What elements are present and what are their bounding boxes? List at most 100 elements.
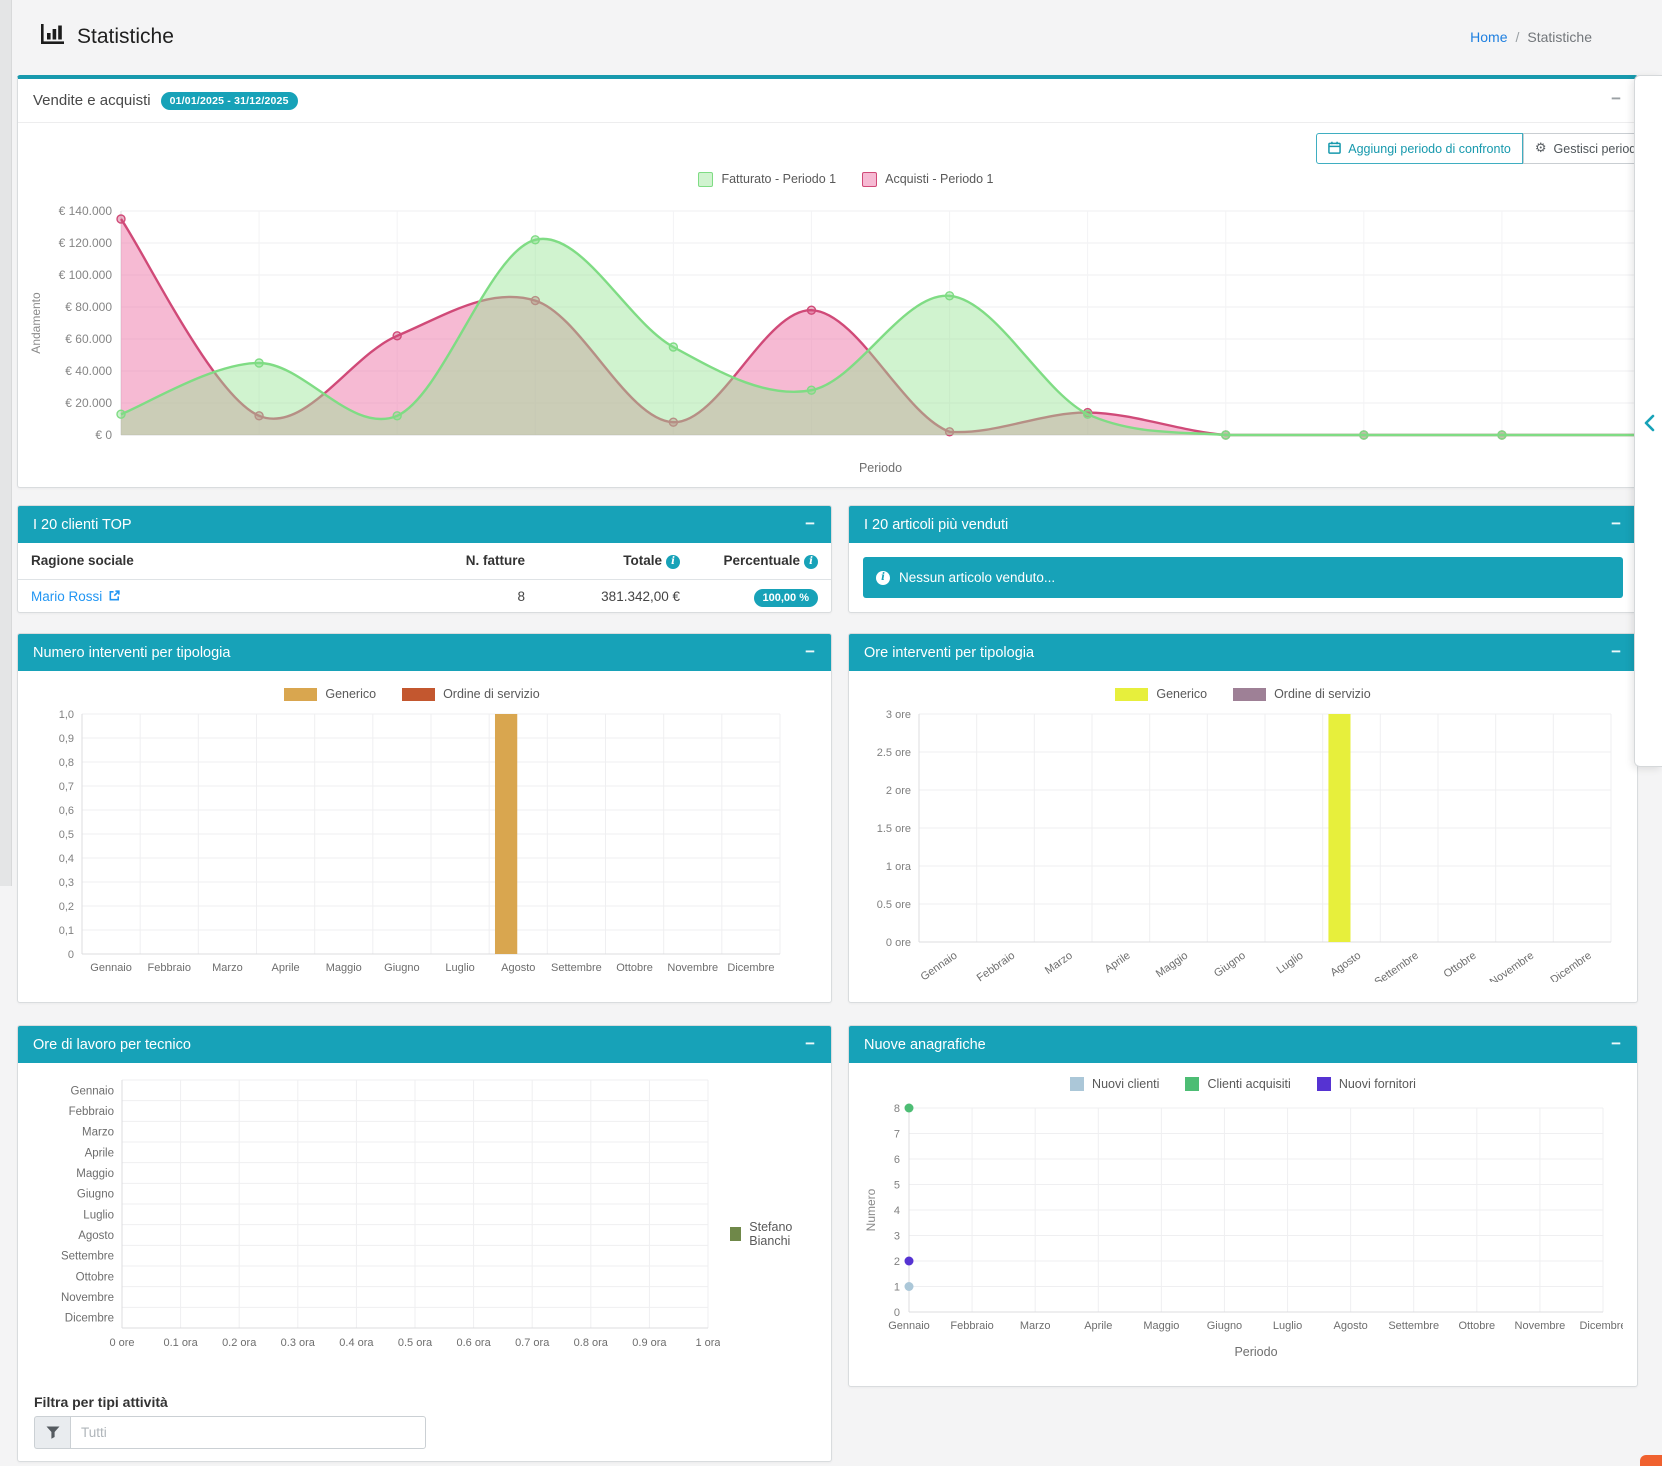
svg-text:Agosto: Agosto (501, 962, 535, 974)
svg-text:3: 3 (894, 1231, 900, 1243)
svg-text:0,9: 0,9 (59, 733, 74, 745)
manage-periods-button[interactable]: ⚙ Gestisci periodi (1523, 133, 1638, 164)
column-header-totale: Totalei (538, 543, 693, 579)
svg-text:Maggio: Maggio (1143, 1320, 1179, 1332)
legend-item-stefano-bianchi[interactable]: Stefano Bianchi (730, 1220, 820, 1248)
svg-text:Marzo: Marzo (1043, 950, 1075, 977)
chart-legend: Nuovi clienti Clienti acquisiti Nuovi forn… (863, 1072, 1623, 1096)
svg-text:0 ore: 0 ore (886, 937, 911, 949)
panel-ore-interventi-title: Ore interventi per tipologia (864, 645, 1034, 661)
svg-text:0.7 ora: 0.7 ora (515, 1337, 550, 1349)
breadcrumb-home-link[interactable]: Home (1470, 29, 1507, 45)
legend-item-nuovi-clienti[interactable]: Nuovi clienti (1070, 1077, 1159, 1091)
collapse-panel-icon[interactable]: − (1611, 514, 1621, 534)
scatter-chart-svg: 876543210GennaioFebbraioMarzoAprileMaggi… (863, 1096, 1623, 1364)
legend-label: Stefano Bianchi (749, 1220, 820, 1248)
svg-text:Febbraio: Febbraio (975, 950, 1017, 982)
legend-item-acquisti-periodo-1[interactable]: Acquisti - Periodo 1 (862, 172, 993, 187)
legend-item-clienti-acquisiti[interactable]: Clienti acquisiti (1185, 1077, 1290, 1091)
svg-text:Maggio: Maggio (326, 962, 362, 974)
top-clients-table: Ragione sociale N. fatture Totalei Perce… (18, 543, 831, 614)
svg-text:Aprile: Aprile (1084, 1320, 1112, 1332)
legend-swatch (1185, 1077, 1199, 1091)
svg-text:€ 60.000: € 60.000 (65, 332, 112, 346)
svg-text:0.4 ora: 0.4 ora (339, 1337, 374, 1349)
panel-ore-lavoro-tecnico: Ore di lavoro per tecnico − 0 ore0.1 ora… (17, 1025, 832, 1462)
panel-nuove-anagrafiche-header: Nuove anagrafiche − (849, 1026, 1637, 1063)
info-icon: i (876, 571, 890, 585)
svg-text:1 ora: 1 ora (886, 861, 912, 873)
corner-action-button[interactable] (1640, 1455, 1662, 1466)
legend-item-ordine-di-servizio[interactable]: Ordine di servizio (1233, 687, 1371, 701)
collapse-panel-icon[interactable]: − (805, 642, 815, 662)
panel-articoli-header: I 20 articoli più venduti − (849, 506, 1637, 543)
chart-legend: Generico Ordine di servizio (32, 682, 792, 706)
svg-text:0.5 ora: 0.5 ora (398, 1337, 433, 1349)
legend-item-generico[interactable]: Generico (1115, 687, 1207, 701)
svg-text:2 ore: 2 ore (886, 785, 911, 797)
svg-text:Luglio: Luglio (1273, 1320, 1302, 1332)
svg-text:Gennaio: Gennaio (919, 950, 960, 982)
nuove-anagrafiche-chart: Nuovi clienti Clienti acquisiti Nuovi forn… (863, 1072, 1623, 1364)
svg-text:Settembre: Settembre (551, 962, 602, 974)
legend-swatch (862, 172, 877, 187)
svg-text:0: 0 (68, 949, 74, 961)
period-toolbar: Aggiungi periodo di confronto ⚙ Gestisci… (1316, 133, 1638, 164)
svg-text:2.5 ore: 2.5 ore (877, 747, 911, 759)
svg-text:€ 140.000: € 140.000 (59, 204, 113, 218)
gear-icon: ⚙ (1535, 141, 1547, 156)
svg-text:0,5: 0,5 (59, 829, 74, 841)
svg-text:0,2: 0,2 (59, 901, 74, 913)
svg-text:Marzo: Marzo (82, 1127, 114, 1139)
svg-text:Periodo: Periodo (1234, 1345, 1277, 1359)
svg-text:Aprile: Aprile (85, 1147, 114, 1159)
panel-ore-interventi-header: Ore interventi per tipologia − (849, 634, 1637, 671)
svg-text:Aprile: Aprile (272, 962, 300, 974)
svg-text:Novembre: Novembre (61, 1292, 114, 1304)
legend-item-nuovi-fornitori[interactable]: Nuovi fornitori (1317, 1077, 1416, 1091)
bar-chart-icon (40, 22, 66, 51)
legend-label: Generico (325, 687, 376, 701)
activity-type-filter-input[interactable] (70, 1416, 426, 1449)
empty-state-message: Nessun articolo venduto... (899, 570, 1055, 585)
collapse-panel-icon[interactable]: − (805, 1034, 815, 1054)
percentuale-info-icon[interactable]: i (804, 555, 818, 569)
svg-text:Marzo: Marzo (1020, 1320, 1051, 1332)
svg-text:0.2 ora: 0.2 ora (222, 1337, 257, 1349)
numero-interventi-chart: GenericoOrdine di servizio1,00,90,80,70,… (32, 682, 792, 982)
chevron-left-icon[interactable] (1643, 414, 1655, 437)
svg-text:0,8: 0,8 (59, 757, 74, 769)
panel-numero-interventi: Numero interventi per tipologia − Generi… (17, 633, 832, 1003)
page-title-wrap: Statistiche (40, 22, 174, 51)
svg-text:Giugno: Giugno (384, 962, 419, 974)
chart-legend: Stefano Bianchi (730, 1220, 820, 1248)
statistics-page: Statistiche Home / Statistiche Vendite e… (0, 0, 1662, 1466)
legend-item-generico[interactable]: Generico (284, 687, 376, 701)
svg-text:€ 100.000: € 100.000 (59, 268, 113, 282)
chart-legend: Generico Ordine di servizio (863, 682, 1623, 706)
collapse-panel-icon[interactable]: − (1611, 642, 1621, 662)
right-flyout-panel[interactable] (1634, 75, 1662, 767)
totale-info-icon[interactable]: i (666, 555, 680, 569)
client-link[interactable]: Mario Rossi (31, 589, 121, 605)
legend-swatch (1115, 688, 1148, 701)
svg-text:Ottobre: Ottobre (1458, 1320, 1495, 1332)
page-title: Statistiche (77, 25, 174, 49)
legend-label: Nuovi fornitori (1339, 1077, 1416, 1091)
legend-item-ordine-di-servizio[interactable]: Ordine di servizio (402, 687, 540, 701)
breadcrumb: Home / Statistiche (1470, 29, 1592, 45)
collapse-panel-icon[interactable]: − (805, 514, 815, 534)
panel-numero-interventi-header: Numero interventi per tipologia − (18, 634, 831, 671)
svg-text:€ 120.000: € 120.000 (59, 236, 113, 250)
legend-item-fatturato-periodo-1[interactable]: Fatturato - Periodo 1 (698, 172, 836, 187)
add-comparison-period-button[interactable]: Aggiungi periodo di confronto (1316, 133, 1523, 164)
legend-label: Acquisti - Periodo 1 (885, 172, 993, 186)
svg-text:Gennaio: Gennaio (888, 1320, 930, 1332)
collapse-panel-icon[interactable]: − (1611, 1034, 1621, 1054)
legend-label: Fatturato - Periodo 1 (721, 172, 836, 186)
legend-label: Nuovi clienti (1092, 1077, 1159, 1091)
svg-text:Luglio: Luglio (1275, 950, 1306, 977)
svg-text:1 ora: 1 ora (695, 1337, 720, 1349)
svg-text:Febbraio: Febbraio (69, 1106, 114, 1118)
collapse-panel-icon[interactable]: − (1611, 89, 1621, 109)
